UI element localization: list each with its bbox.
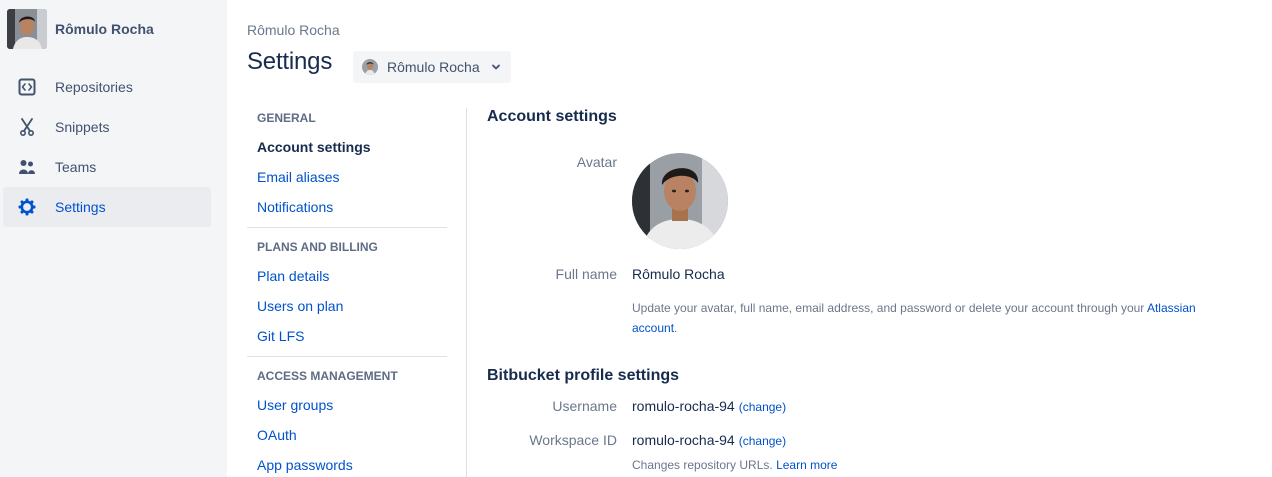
workspace-id-value: romulo-rocha-94 <box>632 432 735 448</box>
account-help-text: Update your avatar, full name, email add… <box>632 298 1232 338</box>
content-divider <box>466 108 467 477</box>
help-text-suffix: . <box>674 321 678 335</box>
chevron-down-icon <box>492 64 500 70</box>
global-sidebar: Rômulo Rocha Repositories Snippets Teams… <box>0 0 227 477</box>
username-row: romulo-rocha-94 (change) <box>632 398 786 414</box>
workspace-id-label: Workspace ID <box>529 432 617 448</box>
workspace-name: Rômulo Rocha <box>387 59 480 75</box>
menu-item-user-groups[interactable]: User groups <box>247 390 447 420</box>
menu-item-git-lfs[interactable]: Git LFS <box>247 321 447 351</box>
menu-heading-access-management: ACCESS MANAGEMENT <box>257 369 398 383</box>
code-icon <box>16 76 38 98</box>
workspace-id-row: romulo-rocha-94 (change) <box>632 432 786 448</box>
menu-heading-plans-and-billing: PLANS AND BILLING <box>257 240 378 254</box>
sidebar-item-teams[interactable]: Teams <box>3 147 211 187</box>
full-name-value: Rômulo Rocha <box>632 266 725 282</box>
scissors-icon <box>16 116 38 138</box>
menu-divider <box>247 227 447 228</box>
menu-item-account-settings[interactable]: Account settings <box>247 132 447 162</box>
menu-item-plan-details[interactable]: Plan details <box>247 261 447 291</box>
user-name: Rômulo Rocha <box>55 21 154 37</box>
profile-avatar <box>632 153 728 249</box>
sidebar-nav: Repositories Snippets Teams Settings <box>3 67 211 227</box>
settings-menu: GENERAL Account settings Email aliases N… <box>247 108 447 477</box>
username-label: Username <box>552 398 617 414</box>
page-title: Settings <box>247 48 333 75</box>
sidebar-item-label: Settings <box>55 199 106 215</box>
sidebar-item-label: Snippets <box>55 119 110 135</box>
menu-item-notifications[interactable]: Notifications <box>247 192 447 222</box>
user-profile[interactable]: Rômulo Rocha <box>7 8 154 50</box>
profile-settings-title: Bitbucket profile settings <box>487 367 680 384</box>
menu-divider <box>247 356 447 357</box>
help-text-prefix: Update your avatar, full name, email add… <box>632 301 1147 315</box>
menu-heading-general: GENERAL <box>257 111 316 125</box>
username-value: romulo-rocha-94 <box>632 398 735 414</box>
workspace-id-note: Changes repository URLs. Learn more <box>632 455 1232 475</box>
change-workspace-id-link[interactable]: (change) <box>739 434 786 448</box>
gear-icon <box>16 196 38 218</box>
people-icon <box>16 156 38 178</box>
breadcrumb[interactable]: Rômulo Rocha <box>247 22 340 38</box>
avatar-label: Avatar <box>576 154 617 170</box>
sidebar-item-settings[interactable]: Settings <box>3 187 211 227</box>
menu-item-users-on-plan[interactable]: Users on plan <box>247 291 447 321</box>
sidebar-item-snippets[interactable]: Snippets <box>3 107 211 147</box>
urls-note: Changes repository URLs. <box>632 458 773 472</box>
account-settings-title: Account settings <box>487 108 617 125</box>
menu-item-email-aliases[interactable]: Email aliases <box>247 162 447 192</box>
sidebar-item-label: Teams <box>55 159 97 175</box>
workspace-avatar <box>362 59 378 75</box>
user-avatar[interactable] <box>7 9 47 49</box>
workspace-switcher[interactable]: Rômulo Rocha <box>353 51 511 83</box>
sidebar-item-label: Repositories <box>55 79 133 95</box>
menu-item-oauth[interactable]: OAuth <box>247 420 447 450</box>
change-username-link[interactable]: (change) <box>739 400 786 414</box>
menu-item-app-passwords[interactable]: App passwords <box>247 450 447 477</box>
full-name-label: Full name <box>555 266 617 282</box>
learn-more-link[interactable]: Learn more <box>776 458 837 472</box>
sidebar-item-repositories[interactable]: Repositories <box>3 67 211 107</box>
